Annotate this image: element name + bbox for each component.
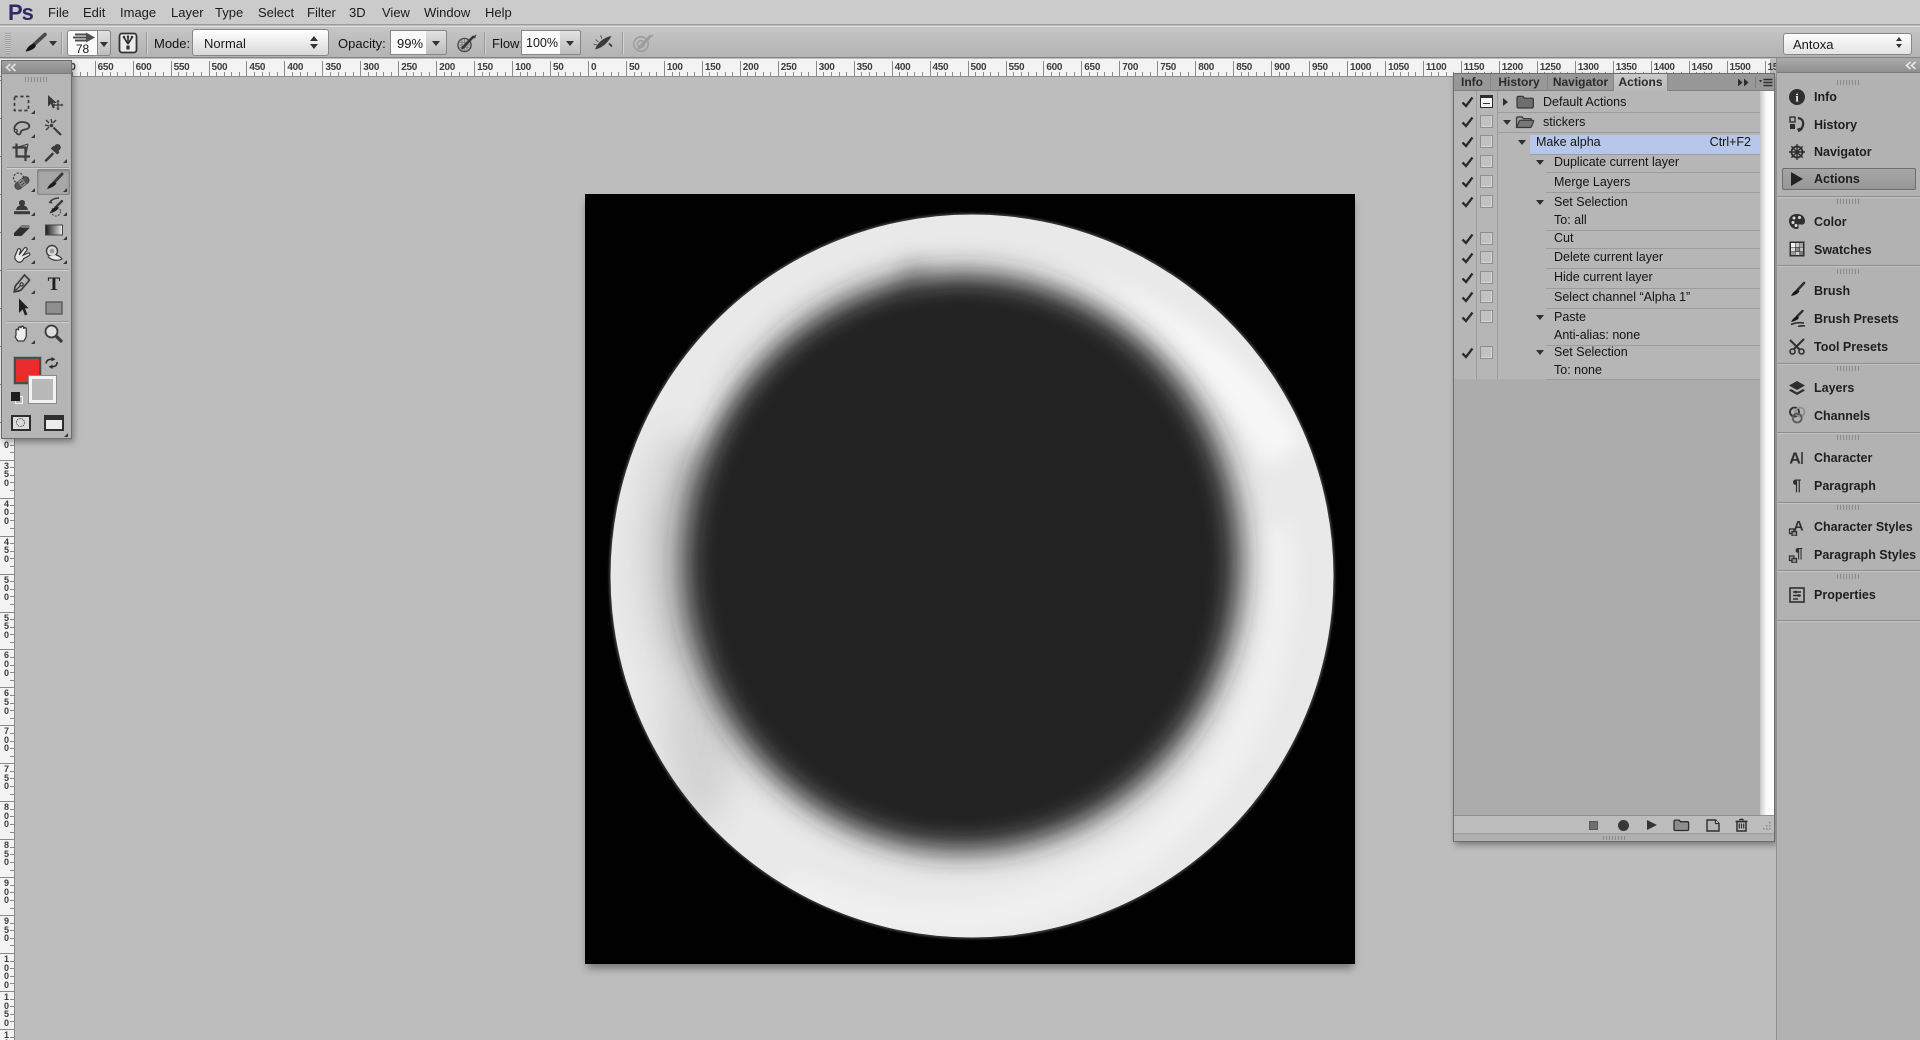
svg-text:A: A	[1789, 450, 1801, 467]
svg-text:T: T	[48, 274, 61, 295]
svg-text:¶: ¶	[1793, 478, 1802, 495]
